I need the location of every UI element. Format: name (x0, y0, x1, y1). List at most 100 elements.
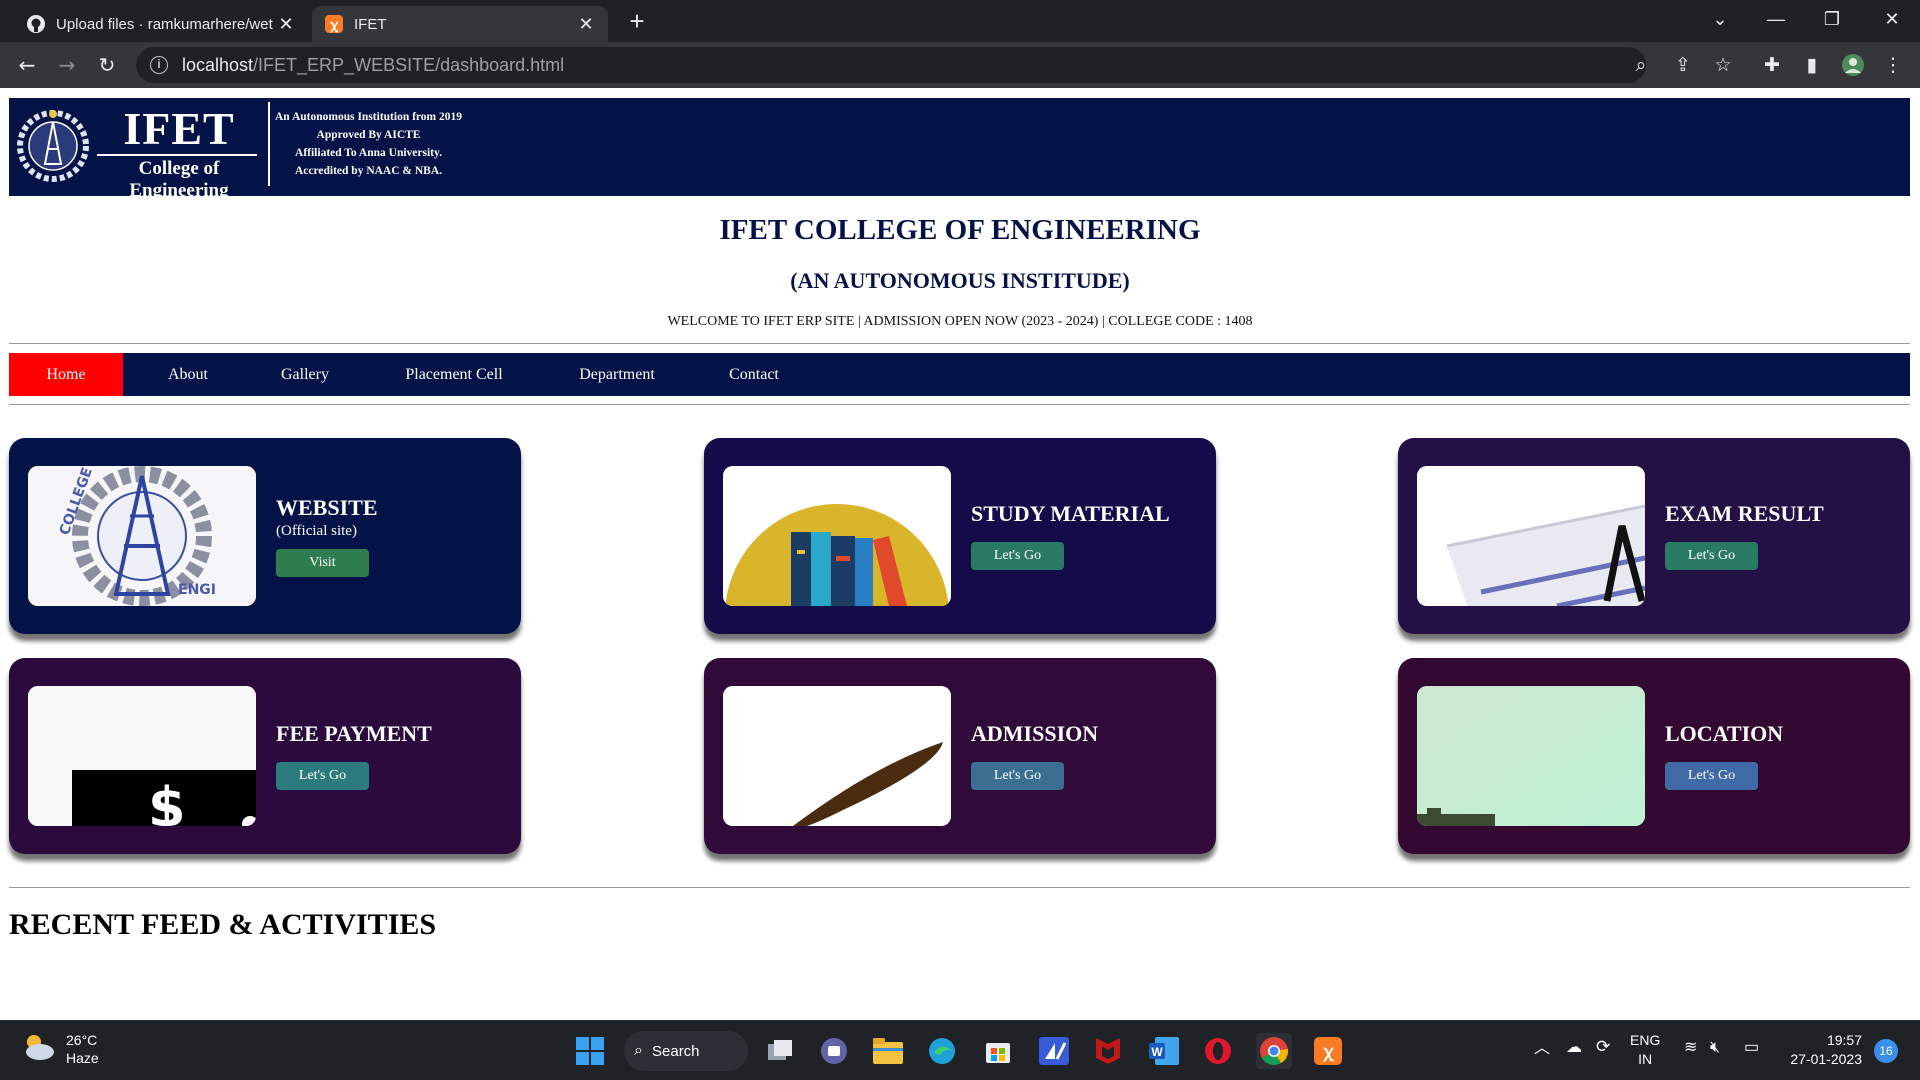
tab-ifet[interactable]: ꭓ IFET ✕ (312, 6, 608, 42)
xampp-taskbar-icon[interactable]: ꭓ (1310, 1033, 1346, 1069)
card-title: EXAM RESULT (1665, 501, 1824, 526)
card-title: ADMISSION (971, 721, 1099, 746)
svg-text:W: W (1151, 1045, 1163, 1059)
extensions-icon[interactable]: ✚ (1757, 50, 1787, 80)
logo-underline (97, 154, 257, 156)
opera-icon[interactable] (1200, 1033, 1236, 1069)
location-button[interactable]: Let's Go (1665, 762, 1758, 790)
card-title: FEE PAYMENT (276, 721, 432, 746)
logo-subtitle: College of Engineering (129, 158, 229, 201)
books-image (723, 466, 951, 606)
show-hidden-icons[interactable]: ︿ (1534, 1039, 1550, 1058)
welcome-ticker: WELCOME TO IFET ERP SITE | ADMISSION OPE… (667, 314, 1253, 329)
card-title: STUDY MATERIAL (971, 501, 1170, 526)
reload-icon[interactable]: ↻ (92, 50, 122, 80)
site-info-icon[interactable]: i (150, 56, 168, 74)
time: 19:57 (1826, 1032, 1862, 1048)
college-seal-image: COLLEGE ENGI (28, 466, 256, 606)
bookmark-star-icon[interactable]: ☆ (1708, 50, 1738, 80)
browser-tab-strip: Upload files · ramkumarhere/wet ✕ ꭓ IFET… (0, 0, 1920, 42)
tab-title: IFET (354, 15, 387, 33)
nav-placement-cell[interactable]: Placement Cell (389, 353, 519, 396)
page-content: IFET College of Engineering An Autonomou… (0, 88, 1920, 1020)
restore-button[interactable]: ❐ (1804, 0, 1860, 40)
card-title: LOCATION (1665, 721, 1784, 746)
side-panel-icon[interactable]: ▮ (1797, 50, 1827, 80)
logo-wordmark: IFET (123, 103, 235, 154)
file-explorer-icon[interactable] (870, 1033, 906, 1069)
taskbar-search[interactable]: ⌕ Search (624, 1031, 748, 1071)
sync-icon[interactable]: ⟳ (1596, 1037, 1610, 1056)
battery-icon[interactable]: ▭ (1744, 1038, 1759, 1057)
page-title: IFET COLLEGE OF ENGINEERING (719, 214, 1201, 246)
github-icon (26, 14, 46, 34)
start-icon[interactable] (572, 1033, 608, 1069)
weather-desc: Haze (66, 1050, 99, 1066)
admission-button[interactable]: Let's Go (971, 762, 1064, 790)
zoom-icon[interactable]: ⌕ (1626, 50, 1656, 80)
close-tab-icon[interactable]: ✕ (576, 14, 596, 35)
wifi-icon[interactable]: ≋ (1684, 1038, 1697, 1057)
weather-cloud-icon (20, 1032, 56, 1067)
cloud-offline-icon[interactable]: ☁ (1566, 1038, 1582, 1057)
authenticator-icon[interactable] (1036, 1033, 1072, 1069)
clock[interactable]: 19:57 27-01-2023 (1784, 1031, 1862, 1069)
svg-text:ꭓ: ꭓ (1322, 1042, 1334, 1062)
url-path: /IFET_ERP_WEBSITE/dashboard.html (253, 54, 565, 75)
card-fee-payment: $ FEE PAYMENT Let's Go (9, 658, 521, 854)
language-indicator[interactable]: ENG IN (1630, 1031, 1660, 1069)
fee-payment-button[interactable]: Let's Go (276, 762, 369, 790)
nav-about[interactable]: About (143, 353, 233, 396)
nav-home[interactable]: Home (9, 353, 123, 396)
page-subtitle: (AN AUTONOMOUS INSTITUDE) (790, 268, 1130, 293)
svg-text:$: $ (148, 776, 186, 826)
close-tab-icon[interactable]: ✕ (276, 14, 296, 35)
search-label: Search (652, 1042, 700, 1060)
banner-divider (268, 102, 270, 186)
forward-icon[interactable]: → (52, 50, 82, 80)
teams-chat-icon[interactable] (816, 1033, 852, 1069)
card-study-material: STUDY MATERIAL Let's Go (704, 438, 1216, 634)
address-bar[interactable]: i localhost/IFET_ERP_WEBSITE/dashboard.h… (136, 47, 1646, 83)
menu-icon[interactable]: ⋮ (1878, 50, 1908, 80)
mcafee-icon[interactable] (1090, 1033, 1126, 1069)
store-icon[interactable] (980, 1033, 1016, 1069)
back-icon[interactable]: ← (12, 50, 42, 80)
college-banner: IFET College of Engineering An Autonomou… (9, 98, 1910, 201)
nav-gallery[interactable]: Gallery (255, 353, 355, 396)
card-title: WEBSITE (276, 495, 378, 520)
close-window-button[interactable]: ✕ (1864, 0, 1920, 40)
study-material-button[interactable]: Let's Go (971, 542, 1064, 570)
divider (9, 343, 1910, 344)
volume-muted-icon[interactable]: 🔇︎ (1710, 1038, 1720, 1057)
windows-taskbar: 26°C Haze ⌕ Search W ꭓ ︿ ☁ ⟳ ENG IN ≋ 🔇︎… (0, 1020, 1920, 1080)
info-line: An Autonomous Institution from 2019 (275, 111, 463, 123)
task-view-icon[interactable] (762, 1033, 798, 1069)
nav-department[interactable]: Department (557, 353, 677, 396)
campus-map-image (1417, 686, 1645, 826)
xampp-icon: ꭓ (324, 14, 344, 34)
tab-github-upload[interactable]: Upload files · ramkumarhere/wet ✕ (14, 6, 308, 42)
info-line: Accredited by NAAC & NBA. (294, 165, 443, 177)
svg-text:ENGI: ENGI (178, 582, 216, 598)
notification-badge[interactable]: 16 (1874, 1039, 1898, 1063)
share-icon[interactable]: ⇪ (1668, 50, 1698, 80)
divider (9, 404, 1910, 405)
edge-icon[interactable] (924, 1033, 960, 1069)
visit-button[interactable]: Visit (276, 549, 369, 577)
main-navbar: Home About Gallery Placement Cell Depart… (9, 353, 1910, 396)
word-icon[interactable]: W (1146, 1033, 1182, 1069)
chrome-icon[interactable] (1256, 1033, 1292, 1069)
weather-temp: 26°C (66, 1032, 98, 1048)
exam-result-button[interactable]: Let's Go (1665, 542, 1758, 570)
nav-contact[interactable]: Contact (709, 353, 799, 396)
divider (9, 887, 1910, 888)
weather-widget[interactable]: 26°C Haze (20, 1031, 99, 1067)
profile-avatar[interactable] (1838, 50, 1868, 80)
minimize-button[interactable]: — (1748, 0, 1804, 40)
info-line: Affiliated To Anna University. (295, 147, 442, 159)
card-exam-result: EXAM RESULT Let's Go (1398, 438, 1910, 634)
new-tab-button[interactable]: + (622, 6, 652, 36)
info-line: Approved By AICTE (316, 129, 421, 141)
tab-search-icon[interactable]: ⌄ (1692, 0, 1748, 40)
